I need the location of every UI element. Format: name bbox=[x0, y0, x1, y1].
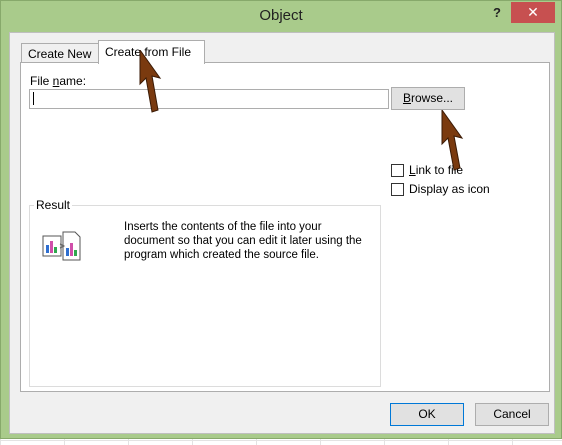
dialog-body: Create New Create from File File name: B… bbox=[9, 32, 555, 434]
close-icon: ✕ bbox=[527, 4, 539, 20]
pointer-arrow-icon bbox=[441, 110, 464, 171]
close-button[interactable]: ✕ bbox=[511, 2, 555, 23]
file-name-label: File name: bbox=[30, 74, 87, 88]
display-as-icon-label: Display as icon bbox=[409, 182, 490, 196]
create-from-file-panel: File name: Browse... Link to file Displa… bbox=[20, 62, 550, 392]
file-name-input[interactable] bbox=[29, 89, 389, 109]
help-button[interactable]: ? bbox=[489, 5, 505, 23]
result-legend: Result bbox=[34, 198, 73, 212]
ok-button[interactable]: OK bbox=[390, 403, 464, 426]
result-group: Result Inserts the contents of the file … bbox=[29, 198, 381, 387]
cancel-button[interactable]: Cancel bbox=[475, 403, 549, 426]
object-dialog: Object ? ✕ Create New Create from File F… bbox=[0, 0, 562, 439]
browse-button[interactable]: Browse... bbox=[391, 87, 465, 110]
result-description: Inserts the contents of the file into yo… bbox=[124, 221, 362, 261]
dialog-title: Object bbox=[259, 7, 303, 24]
display-as-icon-option[interactable]: Display as icon bbox=[391, 182, 490, 196]
display-as-icon-checkbox[interactable] bbox=[391, 182, 404, 196]
embedded-document-icon bbox=[42, 231, 81, 261]
title-bar: Object ? ✕ bbox=[1, 1, 561, 31]
text-caret bbox=[33, 92, 34, 105]
pointer-arrow-icon bbox=[139, 50, 162, 113]
link-to-file-checkbox[interactable] bbox=[391, 163, 404, 177]
